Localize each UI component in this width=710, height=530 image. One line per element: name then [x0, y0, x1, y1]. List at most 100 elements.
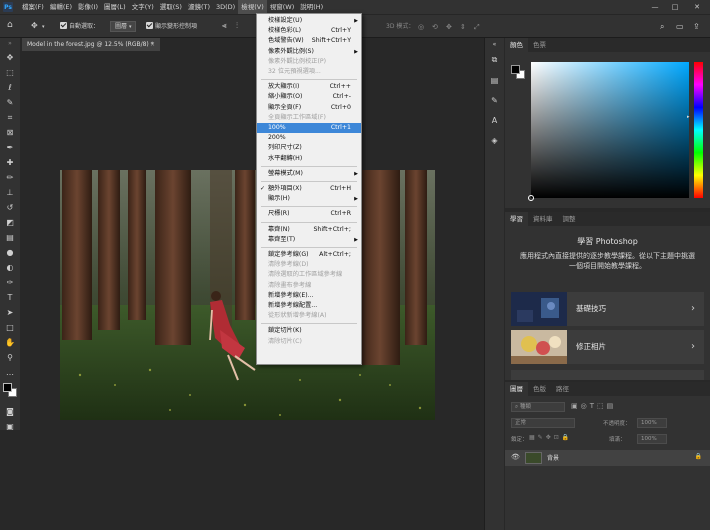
view-menu-item[interactable]: 新增參考線配置... [257, 301, 361, 311]
character-dock-icon[interactable]: A [485, 110, 504, 130]
align-center-icon[interactable]: ⫶ [236, 20, 238, 32]
tab-channels[interactable]: 色版 [528, 382, 551, 396]
properties-dock-icon[interactable]: ◈ [485, 130, 504, 150]
show-transform-option[interactable]: 顯示變形控制項 [146, 21, 197, 33]
3d-pan-icon[interactable]: ✥ [446, 21, 452, 33]
rectangle-icon[interactable]: □ [0, 320, 20, 335]
view-menu-item[interactable]: 列印尺寸(Z) [257, 143, 361, 153]
close-window-button[interactable]: ✕ [690, 0, 704, 14]
align-left-icon[interactable]: ⫷ [222, 20, 227, 32]
menu-window[interactable]: 視窗(W) [267, 0, 298, 14]
view-menu-item[interactable]: 32 位元預視選項... [257, 67, 361, 77]
workspace-icon[interactable]: ▭ [676, 21, 684, 33]
auto-select-target-select[interactable]: 圖層 ▾ [110, 21, 137, 33]
zoom-icon[interactable]: ⚲ [0, 350, 20, 365]
learn-card-basics[interactable]: 基礎技巧 › [511, 292, 704, 326]
menu-select[interactable]: 選取(S) [157, 0, 185, 14]
home-icon[interactable]: ⌂ [7, 19, 13, 31]
gradient-icon[interactable]: ▤ [0, 230, 20, 245]
view-menu-item[interactable]: ✓ 額外項目(X) Ctrl+H [257, 184, 361, 194]
menu-type[interactable]: 文字(Y) [129, 0, 157, 14]
dock-collapse-icon[interactable]: « [485, 38, 504, 50]
share-icon[interactable]: ⇪ [693, 21, 700, 33]
path-select-icon[interactable]: ➤ [0, 305, 20, 320]
view-menu-item[interactable]: 像素外觀比例(S) ▶ [257, 47, 361, 57]
view-menu-item[interactable]: 校樣設定(U) ▶ [257, 16, 361, 26]
tool-preset-dropdown-icon[interactable]: ▾ [42, 21, 45, 33]
fill-input[interactable]: 100% [637, 434, 667, 444]
tab-layers[interactable]: 圖層 [505, 382, 528, 396]
auto-select-checkbox[interactable] [60, 22, 67, 29]
3d-scale-icon[interactable]: ⤢ [474, 21, 480, 33]
menu-help[interactable]: 說明(H) [297, 0, 326, 14]
menu-view[interactable]: 檢視(V) [238, 0, 267, 14]
3d-roll-icon[interactable]: ⟲ [432, 21, 438, 33]
view-menu-item[interactable]: 鎖定參考線(G) Alt+Ctrl+; [257, 250, 361, 260]
frame-icon[interactable]: ⊠ [0, 125, 20, 140]
3d-orbit-icon[interactable]: ◎ [418, 21, 424, 33]
eyedropper-icon[interactable]: ✒ [0, 140, 20, 155]
learn-card-partial[interactable] [511, 370, 704, 380]
hue-slider[interactable] [694, 62, 703, 198]
view-menu-item[interactable]: 水平翻轉(H) [257, 154, 361, 164]
minimize-button[interactable]: — [648, 0, 662, 14]
healing-brush-icon[interactable]: ✚ [0, 155, 20, 170]
adjustments-dock-icon[interactable]: ⧉ [485, 50, 504, 70]
view-menu-item[interactable]: 清除畫布參考線 [257, 281, 361, 291]
crop-icon[interactable]: ⌗ [0, 110, 20, 125]
maximize-button[interactable]: □ [668, 0, 682, 14]
view-menu-item[interactable]: 從形狀新增參考線(A) [257, 311, 361, 321]
color-picker-cursor[interactable] [528, 195, 534, 201]
view-menu-item[interactable]: 校樣色彩(L) Ctrl+Y [257, 26, 361, 36]
view-menu-item[interactable]: 200% [257, 133, 361, 143]
3d-slide-icon[interactable]: ⇕ [460, 21, 466, 33]
quick-mask-icon[interactable]: ◙ [0, 404, 20, 419]
view-menu-item[interactable]: 新增參考線(E)... [257, 291, 361, 301]
view-menu-item[interactable]: 像素外觀比例校正(P) [257, 57, 361, 67]
view-menu-item[interactable]: 清除切片(C) [257, 337, 361, 347]
quick-select-icon[interactable]: ✎ [0, 95, 20, 110]
tab-adjustments[interactable]: 調整 [558, 212, 581, 226]
more-tools-icon[interactable]: … [0, 365, 20, 380]
menu-layer[interactable]: 圖層(L) [101, 0, 129, 14]
type-icon[interactable]: T [0, 290, 20, 305]
screen-mode-icon[interactable]: ▣ [0, 419, 20, 434]
learn-card-fix-photo[interactable]: 修正相片 › [511, 330, 704, 364]
marquee-icon[interactable]: ⬚ [0, 65, 20, 80]
color-panel-foreground-swatch[interactable] [511, 65, 520, 74]
menu-edit[interactable]: 編輯(E) [47, 0, 75, 14]
color-swatches[interactable] [0, 380, 20, 404]
pen-icon[interactable]: ✑ [0, 275, 20, 290]
menu-3d[interactable]: 3D(D) [213, 0, 238, 14]
foreground-color-swatch[interactable] [3, 383, 12, 392]
tab-learn[interactable]: 學習 [505, 212, 528, 226]
view-menu-item[interactable]: 全頁顯示工作區域(F) [257, 113, 361, 123]
view-menu-item[interactable]: 顯示全頁(F) Ctrl+0 [257, 103, 361, 113]
tab-libraries[interactable]: 資料庫 [528, 212, 558, 226]
toolbar-collapse-handle[interactable]: » [0, 38, 20, 50]
layer-row-background[interactable]: 👁 背景 🔒 [505, 450, 710, 466]
history-brush-icon[interactable]: ↺ [0, 200, 20, 215]
auto-select-option[interactable]: 自動選取： [60, 21, 99, 33]
lock-icons[interactable]: ▦✎✥⊡🔒 [529, 434, 572, 441]
view-menu-item[interactable]: 靠齊至(T) ▶ [257, 235, 361, 245]
view-menu-item[interactable]: 顯示(H) ▶ [257, 194, 361, 204]
lasso-icon[interactable]: ℓ [0, 80, 20, 95]
color-saturation-field[interactable] [528, 62, 689, 201]
document-close-icon[interactable]: × [150, 38, 155, 51]
history-dock-icon[interactable]: ▤ [485, 70, 504, 90]
tab-color[interactable]: 顏色 [505, 38, 528, 52]
tab-paths[interactable]: 路徑 [551, 382, 574, 396]
menu-file[interactable]: 檔案(F) [19, 0, 47, 14]
clone-stamp-icon[interactable]: ⊥ [0, 185, 20, 200]
eye-icon[interactable]: 👁 [511, 453, 520, 461]
document-tab[interactable]: Model in the forest.jpg @ 12.5% (RGB/8) … [22, 38, 160, 51]
blend-mode-select[interactable]: 正常 [511, 418, 575, 428]
hue-slider-handle[interactable]: ▸ [687, 114, 690, 120]
blur-icon[interactable]: ● [0, 245, 20, 260]
search-icon[interactable]: ⌕ [660, 21, 664, 33]
layer-kind-filter[interactable]: ⌕ 種類 [511, 402, 565, 412]
document-image[interactable] [60, 170, 435, 420]
view-menu-item[interactable]: 清除選取的工作區域參考線 [257, 270, 361, 280]
dodge-icon[interactable]: ◐ [0, 260, 20, 275]
